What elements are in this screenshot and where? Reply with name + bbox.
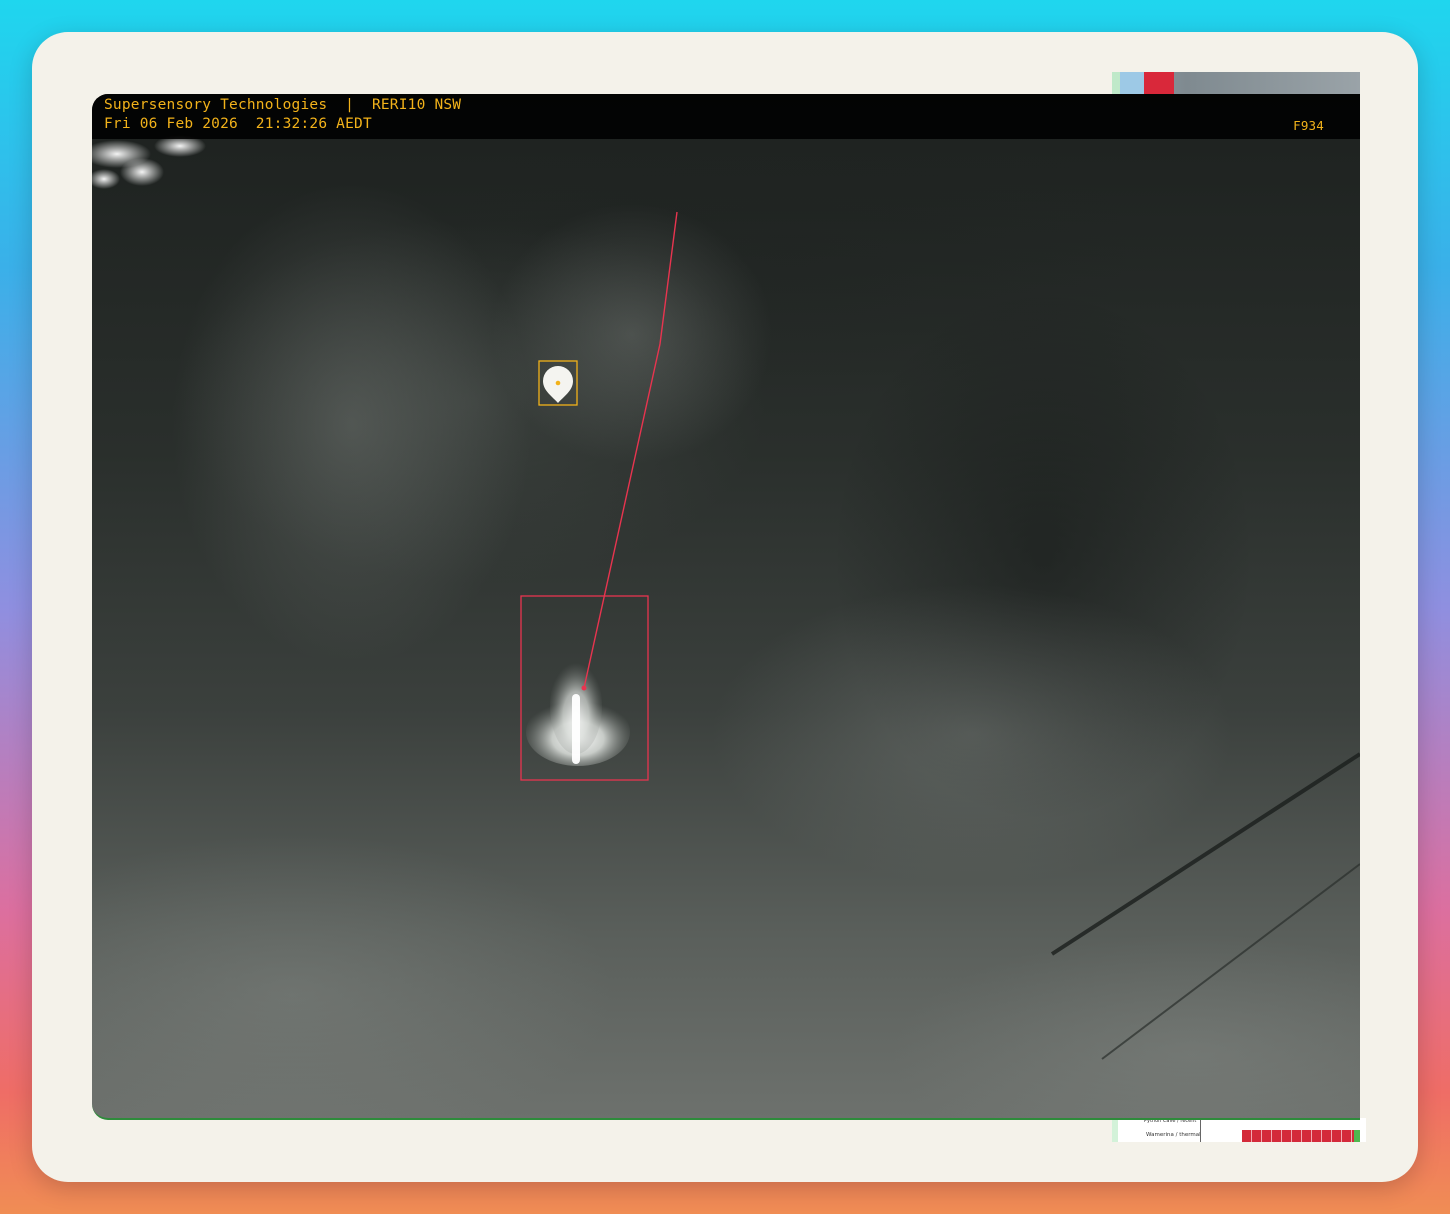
background-window-bottom-strip: Python Cave / recent Wamerina / thermal [1112, 1118, 1366, 1142]
status-swatch-green [1112, 72, 1120, 96]
status-swatch-blue [1120, 72, 1144, 96]
cloud-texture [92, 834, 612, 1118]
station-id: RERI10 NSW [371, 97, 462, 113]
background-row-label: Wamerina / thermal [1146, 1132, 1201, 1138]
thermal-camera-feed[interactable]: Supersensory Technologies | RERI10 NSW F… [92, 94, 1360, 1120]
rocket-plume [526, 658, 630, 766]
background-window-top-strip [1112, 72, 1360, 96]
cloud-texture [492, 204, 772, 464]
timeline-bars [1242, 1130, 1360, 1142]
cloud-texture [892, 934, 1360, 1118]
company-name: Supersensory Technologies [104, 97, 328, 113]
cloud-texture [172, 184, 532, 664]
hud-separator: | [345, 97, 355, 113]
timeline-end-marker [1354, 1130, 1360, 1142]
status-swatch-red [1144, 72, 1174, 96]
divider [1200, 1118, 1201, 1142]
feed-overlay [92, 135, 1360, 1118]
cloud-texture [712, 584, 1232, 884]
app-window: Python Cave / recent Wamerina / thermal [32, 32, 1418, 1182]
bright-cloud-fragment [92, 135, 206, 189]
hud-title-line: Supersensory Technologies | RERI10 NSW [104, 97, 461, 113]
trajectory-head [581, 685, 587, 691]
frame-counter: F934 [1293, 118, 1324, 133]
timestamp: Fri 06 Feb 2026 21:32:26 AEDT [104, 116, 372, 132]
